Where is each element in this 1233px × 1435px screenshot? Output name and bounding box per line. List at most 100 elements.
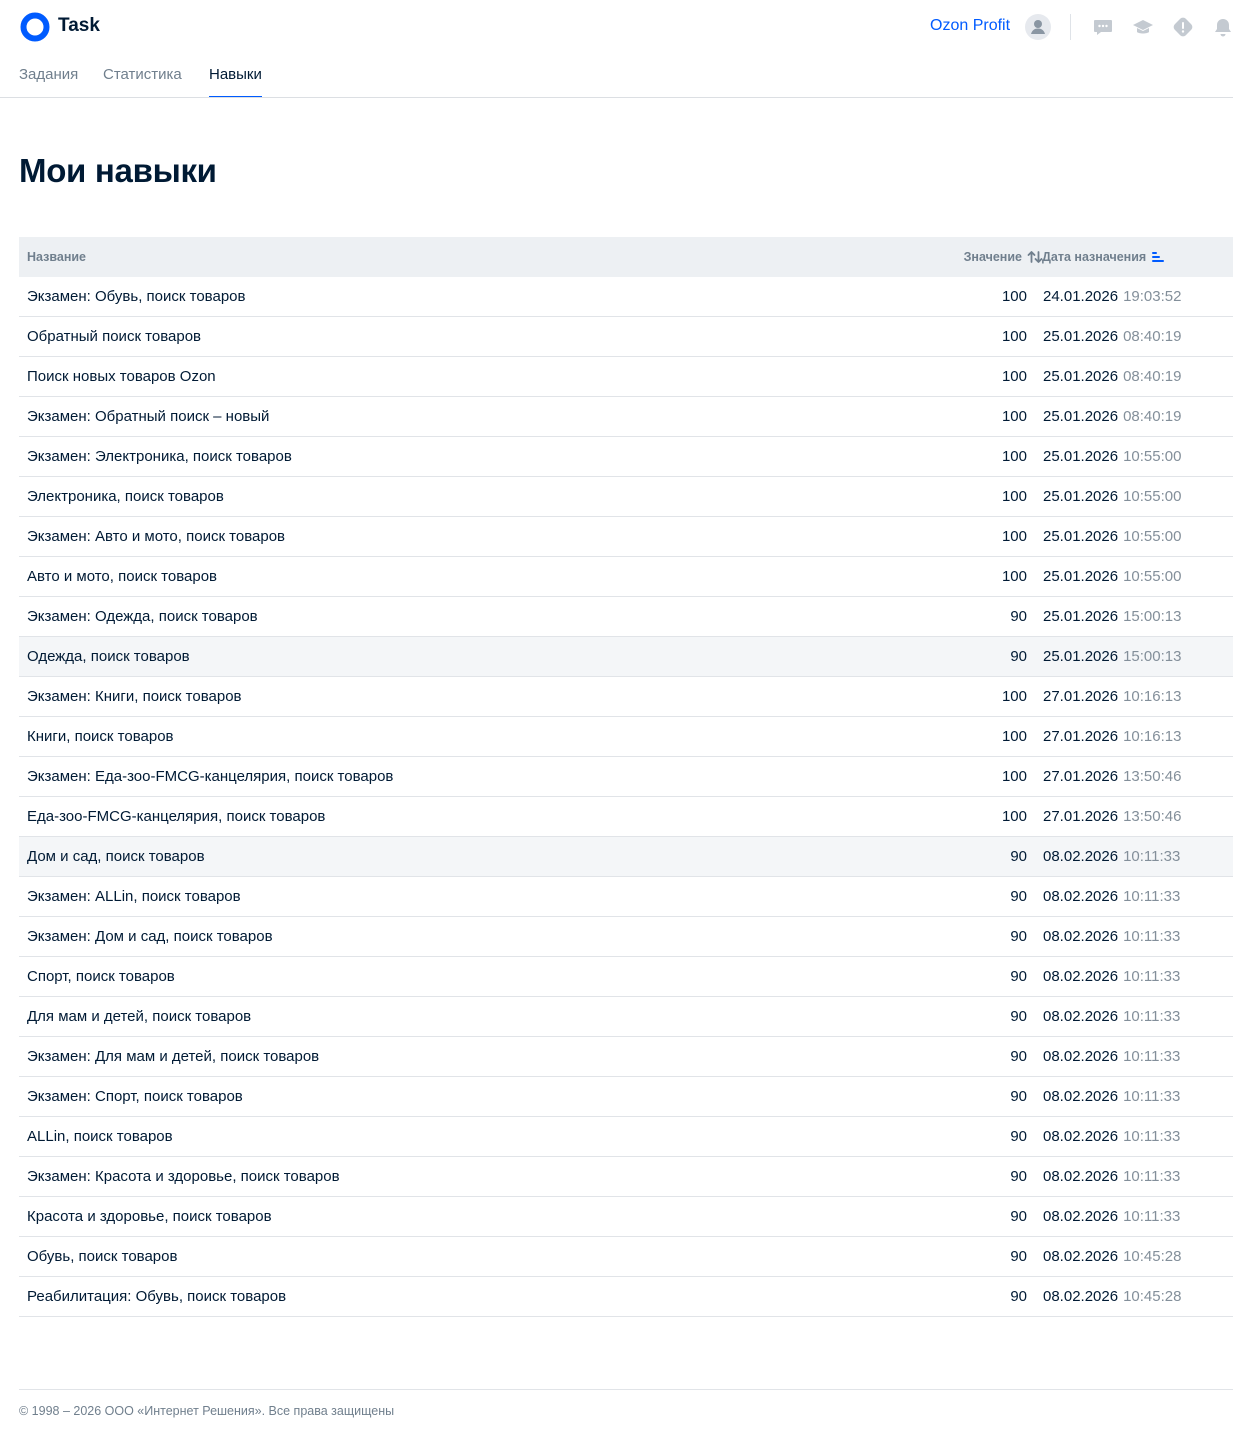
- skill-name: Экзамен: Книги, поиск товаров: [27, 688, 242, 705]
- skill-value: 100: [1001, 768, 1027, 785]
- skill-value: 100: [1001, 288, 1027, 305]
- skill-value: 100: [1001, 488, 1027, 505]
- skill-name: Для мам и детей, поиск товаров: [27, 1008, 252, 1025]
- table-row[interactable]: Экзамен: Дом и сад, поиск товаров 90 08.02…: [19, 917, 1233, 957]
- table-row[interactable]: Экзамен: Обратный поиск – новый 100 25.01.…: [19, 397, 1233, 437]
- assigned-time: 10:11:33: [1123, 1088, 1181, 1105]
- table-row[interactable]: Экзамен: Одежда, поиск товаров 90 25.01.20…: [19, 597, 1233, 637]
- table-row[interactable]: Спорт, поиск товаров 90 08.02.2026 10:11:33: [19, 957, 1233, 997]
- assigned-date: 08.02.2026: [1043, 1048, 1119, 1065]
- column-header-date[interactable]: Дата назначения: [1042, 250, 1165, 264]
- assigned-date: 08.02.2026: [1043, 1288, 1119, 1305]
- table-row[interactable]: Экзамен: ALLin, поиск товаров 90 08.02.202…: [19, 877, 1233, 917]
- assigned-time: 10:11:33: [1123, 968, 1181, 985]
- sort-ascending-icon[interactable]: [1151, 250, 1165, 264]
- ozon-profit-link[interactable]: Ozon Profit: [930, 17, 1010, 35]
- assigned-time: 13:50:46: [1123, 808, 1182, 825]
- column-header-value[interactable]: Значение: [964, 250, 1043, 264]
- assigned-datetime: 24.01.2026 19:03:52: [1043, 288, 1181, 305]
- tab-statistics[interactable]: Статистика: [103, 66, 182, 98]
- assigned-time: 08:40:19: [1123, 328, 1182, 345]
- assigned-time: 15:00:13: [1123, 648, 1182, 665]
- assigned-datetime: 25.01.2026 08:40:19: [1043, 408, 1181, 425]
- table-row[interactable]: Экзамен: Книги, поиск товаров 100 27.01.20…: [19, 677, 1233, 717]
- table-row[interactable]: Экзамен: Обувь, поиск товаров 100 24.01.20…: [19, 277, 1233, 317]
- skill-value: 100: [1001, 568, 1027, 585]
- skill-name: Экзамен: Дом и сад, поиск товаров: [27, 928, 273, 945]
- user-avatar-icon[interactable]: [1025, 14, 1051, 40]
- skill-value: 90: [1010, 1008, 1027, 1025]
- assigned-date: 08.02.2026: [1043, 968, 1119, 985]
- table-row[interactable]: Дом и сад, поиск товаров 90 08.02.2026 10:1…: [19, 837, 1233, 877]
- app-brand[interactable]: Task: [58, 15, 100, 37]
- table-row[interactable]: Для мам и детей, поиск товаров 90 08.02.20…: [19, 997, 1233, 1037]
- table-row[interactable]: ALLin, поиск товаров 90 08.02.2026 10:11:33: [19, 1117, 1233, 1157]
- assigned-date: 08.02.2026: [1043, 848, 1119, 865]
- table-row[interactable]: Экзамен: Красота и здоровье, поиск товар…: [19, 1157, 1233, 1197]
- table-row[interactable]: Электроника, поиск товаров 100 25.01.2026 1…: [19, 477, 1233, 517]
- assigned-datetime: 27.01.2026 13:50:46: [1043, 768, 1181, 785]
- skill-value: 90: [1010, 1088, 1027, 1105]
- assigned-date: 25.01.2026: [1043, 408, 1119, 425]
- user-silhouette-icon: [1031, 20, 1045, 34]
- skill-name: Экзамен: Одежда, поиск товаров: [27, 608, 258, 625]
- table-row[interactable]: Экзамен: Для мам и детей, поиск товаров 9…: [19, 1037, 1233, 1077]
- top-bar: Task Ozon Profit: [0, 0, 1233, 54]
- ozon-logo-icon[interactable]: [20, 12, 50, 42]
- skill-name: Обратный поиск товаров: [27, 328, 202, 345]
- skill-value: 90: [1010, 1048, 1027, 1065]
- table-row[interactable]: Обувь, поиск товаров 90 08.02.2026 10:45:28: [19, 1237, 1233, 1277]
- tab-tasks[interactable]: Задания: [19, 66, 78, 98]
- assigned-datetime: 27.01.2026 13:50:46: [1043, 808, 1181, 825]
- assigned-datetime: 25.01.2026 10:55:00: [1043, 568, 1181, 585]
- tabs-divider: [0, 97, 1233, 98]
- sort-arrows-icon[interactable]: [1027, 250, 1043, 264]
- table-row[interactable]: Реабилитация: Обувь, поиск товаров 90 08.0…: [19, 1277, 1233, 1317]
- table-row[interactable]: Книги, поиск товаров 100 27.01.2026 10:16:1…: [19, 717, 1233, 757]
- warning-icon[interactable]: [1172, 16, 1194, 38]
- table-header: Название Значение Дата назначения: [19, 237, 1233, 277]
- assigned-datetime: 08.02.2026 10:11:33: [1043, 1008, 1180, 1025]
- assigned-datetime: 08.02.2026 10:11:33: [1043, 1048, 1180, 1065]
- table-row[interactable]: Авто и мото, поиск товаров 100 25.01.2026 1…: [19, 557, 1233, 597]
- table-row[interactable]: Экзамен: Электроника, поиск товаров 100 25…: [19, 437, 1233, 477]
- table-row[interactable]: Еда-зоо-FMCG-канцелярия, поиск товаров 10…: [19, 797, 1233, 837]
- chat-icon[interactable]: [1092, 16, 1114, 38]
- skill-name: Экзамен: Электроника, поиск товаров: [27, 448, 292, 465]
- table-row[interactable]: Поиск новых товаров Ozon 100 25.01.2026 08:…: [19, 357, 1233, 397]
- assigned-datetime: 25.01.2026 10:55:00: [1043, 488, 1181, 505]
- footer-divider: [19, 1389, 1233, 1390]
- assigned-time: 10:45:28: [1123, 1288, 1182, 1305]
- assigned-time: 15:00:13: [1123, 608, 1182, 625]
- assigned-datetime: 08.02.2026 10:11:33: [1043, 1208, 1180, 1225]
- assigned-date: 08.02.2026: [1043, 1248, 1119, 1265]
- table-row[interactable]: Экзамен: Авто и мото, поиск товаров 100 25…: [19, 517, 1233, 557]
- table-row[interactable]: Красота и здоровье, поиск товаров 90 08.02…: [19, 1197, 1233, 1237]
- graduation-cap-icon[interactable]: [1132, 16, 1154, 38]
- assigned-time: 10:11:33: [1123, 1168, 1181, 1185]
- skill-value: 100: [1001, 808, 1027, 825]
- assigned-date: 08.02.2026: [1043, 928, 1119, 945]
- skill-value: 90: [1010, 648, 1027, 665]
- assigned-datetime: 25.01.2026 08:40:19: [1043, 368, 1181, 385]
- assigned-datetime: 25.01.2026 10:55:00: [1043, 528, 1181, 545]
- assigned-datetime: 08.02.2026 10:45:28: [1043, 1248, 1181, 1265]
- tab-skills[interactable]: Навыки: [209, 66, 262, 98]
- skill-value: 100: [1001, 728, 1027, 745]
- assigned-time: 10:11:33: [1123, 888, 1181, 905]
- table-row[interactable]: Обратный поиск товаров 100 25.01.2026 08:40…: [19, 317, 1233, 357]
- skill-name: Книги, поиск товаров: [27, 728, 174, 745]
- skill-value: 100: [1001, 448, 1027, 465]
- table-row[interactable]: Экзамен: Еда-зоо-FMCG-канцелярия, поиск …: [19, 757, 1233, 797]
- assigned-date: 25.01.2026: [1043, 488, 1119, 505]
- skill-name: Авто и мото, поиск товаров: [27, 568, 218, 585]
- table-row[interactable]: Экзамен: Спорт, поиск товаров 90 08.02.202…: [19, 1077, 1233, 1117]
- table-row[interactable]: Одежда, поиск товаров 90 25.01.2026 15:00:1…: [19, 637, 1233, 677]
- skill-name: Экзамен: Красота и здоровье, поиск товар…: [27, 1168, 340, 1185]
- assigned-date: 25.01.2026: [1043, 608, 1119, 625]
- skill-value: 90: [1010, 928, 1027, 945]
- assigned-datetime: 08.02.2026 10:11:33: [1043, 1088, 1180, 1105]
- bell-icon[interactable]: [1212, 16, 1233, 38]
- assigned-date: 08.02.2026: [1043, 888, 1119, 905]
- page-title: Мои навыки: [19, 152, 217, 189]
